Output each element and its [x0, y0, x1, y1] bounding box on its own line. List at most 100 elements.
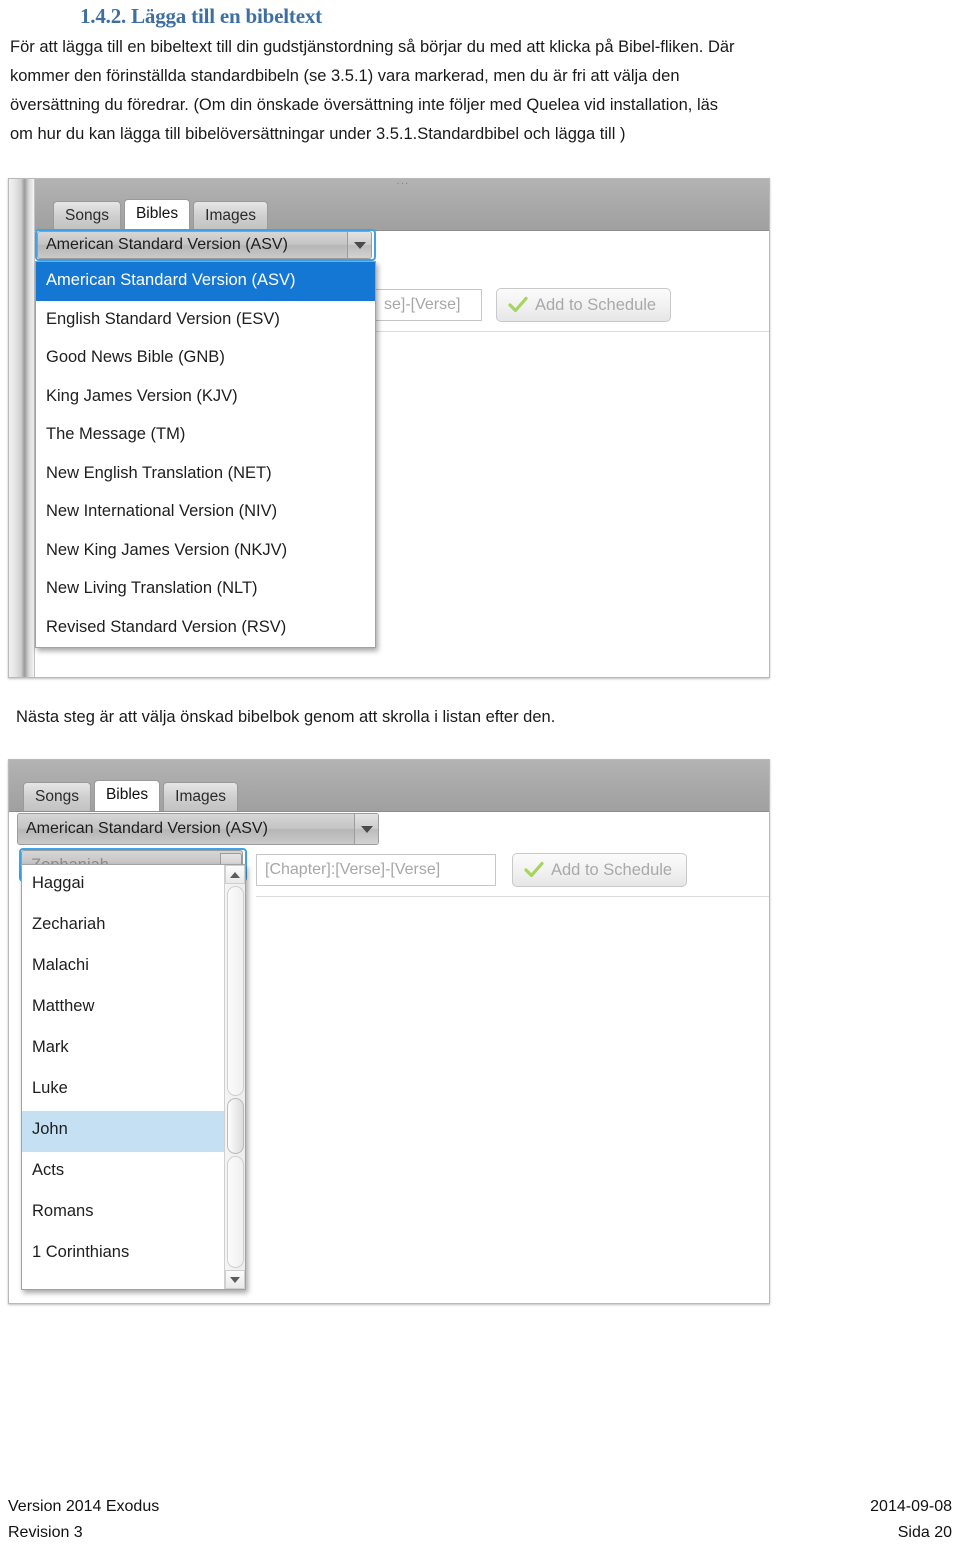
list-item-label: New English Translation (NET) [46, 463, 272, 482]
translation-combobox[interactable]: American Standard Version (ASV) [17, 813, 379, 845]
list-item[interactable]: Matthew [22, 988, 245, 1029]
translation-combobox[interactable]: American Standard Version (ASV) [37, 231, 372, 259]
content-divider [375, 331, 769, 332]
grip-dots-icon: ··· [396, 178, 410, 189]
list-item-label: The Message (TM) [46, 425, 186, 443]
list-item-label: Luke [32, 1079, 68, 1097]
translation-combobox-value: American Standard Version (ASV) [46, 236, 288, 253]
list-item[interactable]: Revised Standard Version (RSV) [36, 609, 375, 648]
list-item[interactable]: The Message (TM) [36, 416, 375, 455]
list-item[interactable]: New Living Translation (NLT) [36, 570, 375, 609]
list-item-label: Mark [32, 1038, 69, 1056]
add-to-schedule-button[interactable]: Add to Schedule [496, 288, 672, 322]
list-item[interactable]: New International Version (NIV) [36, 493, 375, 532]
list-item[interactable]: Luke [22, 1070, 245, 1111]
list-item[interactable]: New King James Version (NKJV) [36, 532, 375, 571]
chevron-down-icon[interactable] [347, 232, 371, 258]
green-check-icon [524, 861, 544, 878]
list-item-label: Zechariah [32, 915, 106, 933]
scroll-thumb[interactable] [227, 1098, 244, 1154]
footer-date: 2014-09-08 [870, 1498, 952, 1515]
add-to-schedule-button[interactable]: Add to Schedule [512, 853, 688, 887]
list-item-label: Matthew [32, 997, 95, 1015]
page-title: 1.4.2. Lägga till en bibeltext [80, 4, 322, 28]
list-item[interactable]: John [22, 1111, 245, 1152]
list-item-label: English Standard Version (ESV) [46, 309, 280, 328]
list-item-label: New King James Version (NKJV) [46, 540, 288, 559]
list-item[interactable]: 1 Corinthians [22, 1234, 245, 1275]
list-item[interactable]: American Standard Version (ASV) [36, 262, 375, 301]
tab-label: Images [175, 788, 227, 805]
list-item[interactable]: Good News Bible (GNB) [36, 339, 375, 378]
list-item-label: John [32, 1120, 68, 1138]
reference-input[interactable]: se]-[Verse] [375, 289, 482, 321]
list-item[interactable]: English Standard Version (ESV) [36, 301, 375, 340]
paragraph-line: kommer den förinställda standardbibeln (… [10, 67, 680, 85]
list-item-label: Malachi [32, 956, 89, 974]
tab-label: Images [205, 207, 257, 224]
list-item[interactable]: Haggai [22, 865, 245, 906]
paragraph-line: För att lägga till en bibeltext till din… [10, 38, 735, 56]
tab-label: Bibles [105, 786, 149, 803]
tab-bar: Songs Bibles Images [23, 780, 241, 811]
list-item[interactable]: Mark [22, 1029, 245, 1070]
triangle-up-icon [230, 871, 240, 878]
screenshot-bible-translation-dropdown: ··· Songs Bibles Images American Standar… [8, 178, 770, 678]
triangle-down-icon [230, 1276, 240, 1283]
document-body: 1.4.2. Lägga till en bibeltext För att l… [0, 4, 960, 149]
footer-version: Version 2014 Exodus [8, 1498, 160, 1515]
paragraph-line: om hur du kan lägga till bibelöversättni… [10, 125, 626, 143]
tab-label: Bibles [135, 205, 179, 222]
window-edge-gutter [9, 179, 35, 677]
tab-bar: Songs Bibles Images [53, 199, 271, 230]
tab-label: Songs [35, 788, 79, 805]
page-footer: Version 2014 Exodus 2014-09-08 Revision … [8, 1494, 952, 1546]
list-item[interactable]: New English Translation (NET) [36, 455, 375, 494]
scroll-track-top[interactable] [227, 886, 244, 1096]
tab-label: Songs [65, 207, 109, 224]
tab-bibles[interactable]: Bibles [123, 199, 191, 230]
book-dropdown-list[interactable]: Haggai Zechariah Malachi Matthew Mark Lu… [21, 864, 246, 1290]
tab-images[interactable]: Images [193, 201, 269, 230]
list-item-label: King James Version (KJV) [46, 386, 238, 405]
list-item-label: 1 Corinthians [32, 1243, 130, 1261]
paragraph-line: översättning du föredrar. (Om din önskad… [10, 96, 719, 114]
list-item-label: Romans [32, 1202, 94, 1220]
mid-instruction-text: Nästa steg är att välja önskad bibelbok … [16, 708, 556, 726]
screenshot-bible-book-dropdown: Songs Bibles Images American Standard Ve… [8, 759, 770, 1304]
tab-songs[interactable]: Songs [23, 782, 91, 811]
list-item[interactable]: King James Version (KJV) [36, 378, 375, 417]
list-item[interactable]: Malachi [22, 947, 245, 988]
footer-page: Sida 20 [897, 1524, 952, 1541]
list-item[interactable]: Romans [22, 1193, 245, 1234]
intro-paragraph: För att lägga till en bibeltext till din… [10, 33, 952, 149]
reference-input-placeholder: se]-[Verse] [384, 296, 461, 313]
tab-songs[interactable]: Songs [53, 201, 121, 230]
footer-revision: Revision 3 [8, 1524, 83, 1541]
scroll-track-bottom[interactable] [227, 1156, 244, 1268]
toolbar-strip: ··· Songs Bibles Images [35, 178, 769, 231]
translation-dropdown-list[interactable]: American Standard Version (ASV) English … [35, 261, 376, 648]
chevron-down-icon[interactable] [354, 814, 378, 844]
list-item-label: Revised Standard Version (RSV) [46, 617, 287, 636]
reference-input[interactable]: [Chapter]:[Verse]-[Verse] [256, 854, 496, 886]
list-item-label: Haggai [32, 874, 85, 892]
tab-bibles[interactable]: Bibles [93, 780, 161, 811]
list-item[interactable]: Acts [22, 1152, 245, 1193]
list-item-label: New Living Translation (NLT) [46, 579, 258, 597]
list-item-label: New International Version (NIV) [46, 502, 278, 520]
translation-combobox-value: American Standard Version (ASV) [26, 820, 268, 837]
scroll-up-button[interactable] [225, 865, 245, 884]
toolbar-strip: Songs Bibles Images [9, 760, 769, 812]
list-item[interactable]: Zechariah [22, 906, 245, 947]
reference-input-placeholder: [Chapter]:[Verse]-[Verse] [265, 861, 441, 878]
scroll-down-button[interactable] [225, 1270, 245, 1289]
tab-images[interactable]: Images [163, 782, 239, 811]
green-check-icon [508, 296, 528, 313]
list-item-label: American Standard Version (ASV) [46, 271, 296, 289]
list-item-label: Good News Bible (GNB) [46, 348, 225, 366]
list-item-label: Acts [32, 1161, 65, 1179]
book-list-scrollbar[interactable] [224, 865, 245, 1289]
add-to-schedule-label: Add to Schedule [551, 860, 673, 879]
content-divider [256, 896, 769, 897]
